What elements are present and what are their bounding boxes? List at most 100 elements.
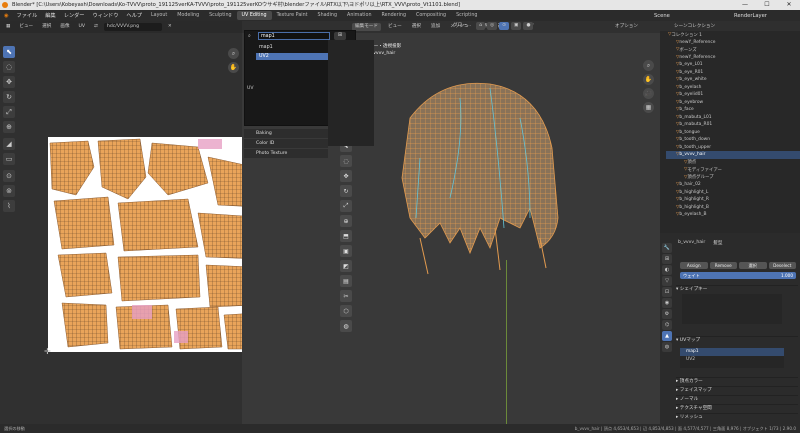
vp-menu-select[interactable]: 選択 [409, 23, 424, 31]
section-uv-maps[interactable]: ▾ UVマップ [676, 336, 798, 344]
tab-sculpting[interactable]: Sculpting [204, 11, 236, 20]
knife-icon[interactable]: ✂ [340, 290, 352, 302]
tab-modeling[interactable]: Modeling [172, 11, 204, 20]
transform-tool-icon[interactable]: ⊕ [3, 121, 15, 133]
scale-icon[interactable]: ⤢ [340, 200, 352, 212]
hair-mesh[interactable] [380, 78, 570, 278]
data-tab-icon[interactable]: ▲ [662, 331, 672, 341]
outliner-row[interactable]: ▽ b_eyelid01 [666, 91, 800, 99]
outliner-row[interactable]: ▽ b_highlight_B [666, 204, 800, 212]
panel-baking[interactable]: Baking [244, 129, 328, 138]
overlay-icon[interactable]: ⊙ [499, 22, 509, 30]
proportional-icon[interactable]: ◎ [487, 22, 498, 30]
outliner-row[interactable]: ▽ b_highlight_L [666, 189, 800, 197]
section-texture-space[interactable]: ▸ テクスチャ空間 [676, 404, 798, 412]
section-face-maps[interactable]: ▸ フェイスマップ [676, 386, 798, 394]
render-tab-icon[interactable]: ⊞ [662, 254, 672, 264]
outliner-row[interactable]: ▽ b_eyebrow [666, 99, 800, 107]
move-tool-icon[interactable]: ✥ [3, 76, 15, 88]
close-button[interactable]: ✕ [778, 0, 800, 10]
tab-scripting[interactable]: Scripting [451, 11, 482, 20]
shape-key-list[interactable] [682, 294, 782, 324]
uv-menu-select[interactable]: 選択 [39, 23, 54, 31]
gizmo-perspective-icon[interactable]: ▦ [643, 102, 654, 113]
outliner-row[interactable]: ▽ コレクション 1 [666, 31, 800, 39]
uv-sync-icon[interactable]: ⇄ [91, 23, 101, 31]
section-vertex-colors[interactable]: ▸ 頂点カラー [676, 377, 798, 385]
world-tab-icon[interactable]: ◉ [662, 298, 672, 308]
extrude-icon[interactable]: ⬒ [340, 230, 352, 242]
snap-icon[interactable]: ⌂ [476, 22, 486, 30]
menu-window[interactable]: ウィンドウ [88, 12, 122, 19]
tab-rendering[interactable]: Rendering [377, 11, 412, 20]
assign-button[interactable]: Assign [680, 262, 708, 269]
outliner-row[interactable]: ▽ b_mabuta_L01 [666, 114, 800, 122]
image-name-field[interactable]: hdc/VVVV.png [103, 23, 162, 31]
panel-color-id[interactable]: Color ID [244, 139, 328, 148]
select-button[interactable]: 選択 [739, 262, 767, 269]
view-layer-tab-icon[interactable]: ▽ [662, 276, 672, 286]
menu-help[interactable]: ヘルプ [122, 12, 146, 19]
annotate-tool-icon[interactable]: ◢ [3, 138, 15, 150]
tab-compositing[interactable]: Compositing [411, 11, 451, 20]
bevel-icon[interactable]: ◩ [340, 260, 352, 272]
outliner-row[interactable]: ▽ 頂点 [666, 159, 800, 167]
uv-menu-uv[interactable]: UV [76, 23, 89, 31]
tab-uv-editing[interactable]: UV Editing [236, 11, 272, 20]
xray-icon[interactable]: ▣ [510, 22, 522, 30]
uv-search-input[interactable]: map1 [258, 32, 330, 40]
outliner-row[interactable]: ▽ b_eyelash [666, 84, 800, 92]
scene-selector[interactable]: Scene [650, 13, 730, 19]
loop-cut-icon[interactable]: ▤ [340, 275, 352, 287]
tab-texture-paint[interactable]: Texture Paint [272, 11, 313, 20]
cursor-tool-icon[interactable]: ◌ [3, 61, 15, 73]
uvmap-item-map1[interactable]: map1 [680, 348, 784, 356]
weight-slider[interactable]: ウェイト 1.000 [680, 272, 796, 279]
tab-layout[interactable]: Layout [146, 11, 172, 20]
rotate-icon[interactable]: ↻ [340, 185, 352, 197]
object-tab-icon[interactable]: ⚙ [662, 309, 672, 319]
grab-tool-icon[interactable]: ⊙ [3, 170, 15, 182]
outliner-row[interactable]: ▽ b_vvvv_hair [666, 151, 800, 159]
transform-orientation-dropdown[interactable]: グロー... [450, 22, 474, 30]
select-tool-icon[interactable]: ⬉ [3, 46, 15, 58]
options-dropdown[interactable]: オプション [612, 23, 641, 31]
outliner-row[interactable]: ▽ b_tongue [666, 129, 800, 137]
maximize-button[interactable]: ☐ [756, 0, 778, 10]
outliner-row[interactable]: ▽ b_eye_L01 [666, 61, 800, 69]
pinch-tool-icon[interactable]: ⌇ [3, 200, 15, 212]
outliner-row[interactable]: ▽ b_highlight_R [666, 196, 800, 204]
remove-button[interactable]: Remove [709, 262, 737, 269]
gizmo-camera-icon[interactable]: 🎥 [643, 88, 654, 99]
zoom-icon[interactable]: ⌕ [228, 48, 239, 59]
outliner-row[interactable]: ▽ モディファイアー [666, 166, 800, 174]
panel-photo-texture[interactable]: Photo Texture [244, 149, 328, 158]
section-normals[interactable]: ▸ ノーマル [676, 395, 798, 403]
gizmo-zoom-icon[interactable]: ⌕ [643, 60, 654, 71]
outliner-row[interactable]: ▽ b_eye_R01 [666, 69, 800, 77]
outliner-row[interactable]: ▽ b_hair_02 [666, 181, 800, 189]
material-tab-icon[interactable]: ◍ [662, 342, 672, 352]
rotate-tool-icon[interactable]: ↻ [3, 91, 15, 103]
cursor-2d-icon[interactable]: ✛ [44, 347, 54, 357]
vp-menu-add[interactable]: 追加 [428, 23, 443, 31]
section-remesh[interactable]: ▸ リメッシュ [676, 413, 798, 421]
rip-tool-icon[interactable]: ▭ [3, 153, 15, 165]
outliner-row[interactable]: ▽ b_face [666, 106, 800, 114]
deselect-button[interactable]: Deselect [768, 262, 796, 269]
menu-edit[interactable]: 編集 [41, 12, 59, 19]
outliner-row[interactable]: ▽ newY_Reference [666, 39, 800, 47]
move-icon[interactable]: ✥ [340, 170, 352, 182]
editor-type-icon[interactable]: ▦ [3, 23, 13, 31]
section-shape-keys[interactable]: ▾ シェイプキー [676, 285, 798, 293]
outliner-row[interactable]: ▽ b_eye_white [666, 76, 800, 84]
outliner-row[interactable]: ▽ b_eyelash_B [666, 211, 800, 219]
outliner-row[interactable]: ▽ b_tooth_upper [666, 144, 800, 152]
outliner-row[interactable]: ▽ b_mabuta_R01 [666, 121, 800, 129]
tool-tab-icon[interactable]: 🔧 [662, 243, 672, 253]
spin-icon[interactable]: ◍ [340, 320, 352, 332]
uvmap-item-uv2[interactable]: UV2 [680, 356, 784, 364]
uv-map-type-icon[interactable]: ⊞ [334, 32, 346, 40]
uv-menu-image[interactable]: 画像 [57, 23, 72, 31]
view-layer-selector[interactable]: RenderLayer [730, 13, 800, 19]
